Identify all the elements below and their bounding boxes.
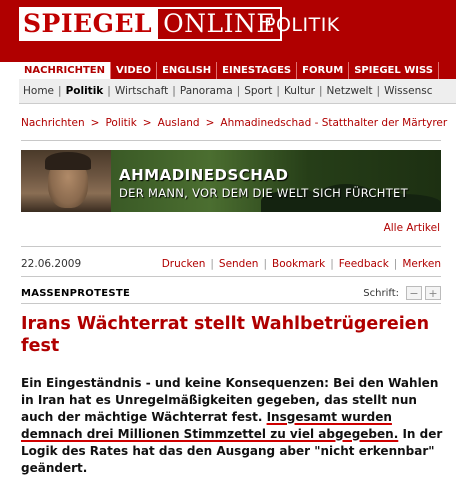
section-title[interactable]: POLITIK (264, 14, 340, 36)
subnav-item-wissenschaft[interactable]: Wissensc (380, 85, 436, 97)
portrait-photo (21, 150, 111, 212)
nav-item-spiegel-wissen[interactable]: SPIEGEL WISS (349, 62, 439, 79)
dossier-banner[interactable]: AHMADINEDSCHAD DER MANN, VOR DEM DIE WEL… (21, 150, 441, 212)
bookmark-link[interactable]: Bookmark (272, 258, 325, 270)
subnav-item-kultur[interactable]: Kultur (280, 85, 319, 97)
article-teaser: Ein Eingeständnis - und keine Konsequenz… (21, 375, 443, 477)
banner-title: AHMADINEDSCHAD (119, 166, 289, 184)
logo-spiegel-text: SPIEGEL (19, 7, 157, 41)
font-decrease-button[interactable]: − (406, 286, 422, 300)
font-size-control: Schrift: − + (363, 286, 441, 300)
all-articles-link[interactable]: Alle Artikel (384, 222, 440, 234)
breadcrumb-item-politik[interactable]: Politik (105, 117, 136, 129)
breadcrumb-item-nachrichten[interactable]: Nachrichten (21, 117, 85, 129)
main-nav: NACHRICHTEN VIDEO ENGLISH EINESTAGES FOR… (19, 62, 456, 79)
nav-item-video[interactable]: VIDEO (111, 62, 158, 79)
subnav-item-panorama[interactable]: Panorama (176, 85, 237, 97)
nav-item-forum[interactable]: FORUM (297, 62, 350, 79)
breadcrumb-item-ausland[interactable]: Ausland (158, 117, 200, 129)
article-headline: Irans Wächterrat stellt Wahlbetrügereien… (21, 314, 430, 356)
breadcrumb: Nachrichten > Politik > Ausland > Ahmadinedsch… (21, 117, 448, 129)
article-actions: Drucken | Senden | Bookmark | Feedback | Mer… (161, 258, 441, 270)
article-kicker: MASSENPROTESTE (21, 288, 131, 299)
send-link[interactable]: Senden (219, 258, 259, 270)
divider (21, 140, 441, 141)
font-size-label: Schrift: (363, 287, 399, 299)
subnav-item-sport[interactable]: Sport (240, 85, 276, 97)
spiegel-online-logo[interactable]: SPIEGEL ONLINE (19, 7, 283, 41)
banner-subtitle: DER MANN, VOR DEM DIE WELT SICH FÜRCHTET (119, 186, 408, 200)
site-header: SPIEGEL ONLINE POLITIK (0, 0, 456, 62)
subnav-item-home[interactable]: Home (19, 85, 58, 97)
subnav-item-netzwelt[interactable]: Netzwelt (323, 85, 377, 97)
nav-item-einestages[interactable]: EINESTAGES (217, 62, 298, 79)
divider (21, 246, 441, 247)
font-increase-button[interactable]: + (425, 286, 441, 300)
divider (21, 303, 441, 304)
nav-item-english[interactable]: ENGLISH (157, 62, 218, 79)
nav-item-nachrichten[interactable]: NACHRICHTEN (19, 62, 111, 79)
subnav-item-wirtschaft[interactable]: Wirtschaft (111, 85, 172, 97)
breadcrumb-item-dossier[interactable]: Ahmadinedschad - Statthalter der Märtyre… (220, 117, 447, 129)
article-date: 22.06.2009 (21, 258, 82, 270)
save-link[interactable]: Merken (402, 258, 441, 270)
print-link[interactable]: Drucken (162, 258, 206, 270)
subnav-item-politik[interactable]: Politik (62, 85, 108, 97)
divider (21, 276, 441, 277)
article-toolbar: 22.06.2009 Drucken | Senden | Bookmark | Fe… (21, 258, 441, 270)
sub-nav: Home | Politik | Wirtschaft | Panorama | Spo… (19, 79, 456, 104)
feedback-link[interactable]: Feedback (339, 258, 389, 270)
